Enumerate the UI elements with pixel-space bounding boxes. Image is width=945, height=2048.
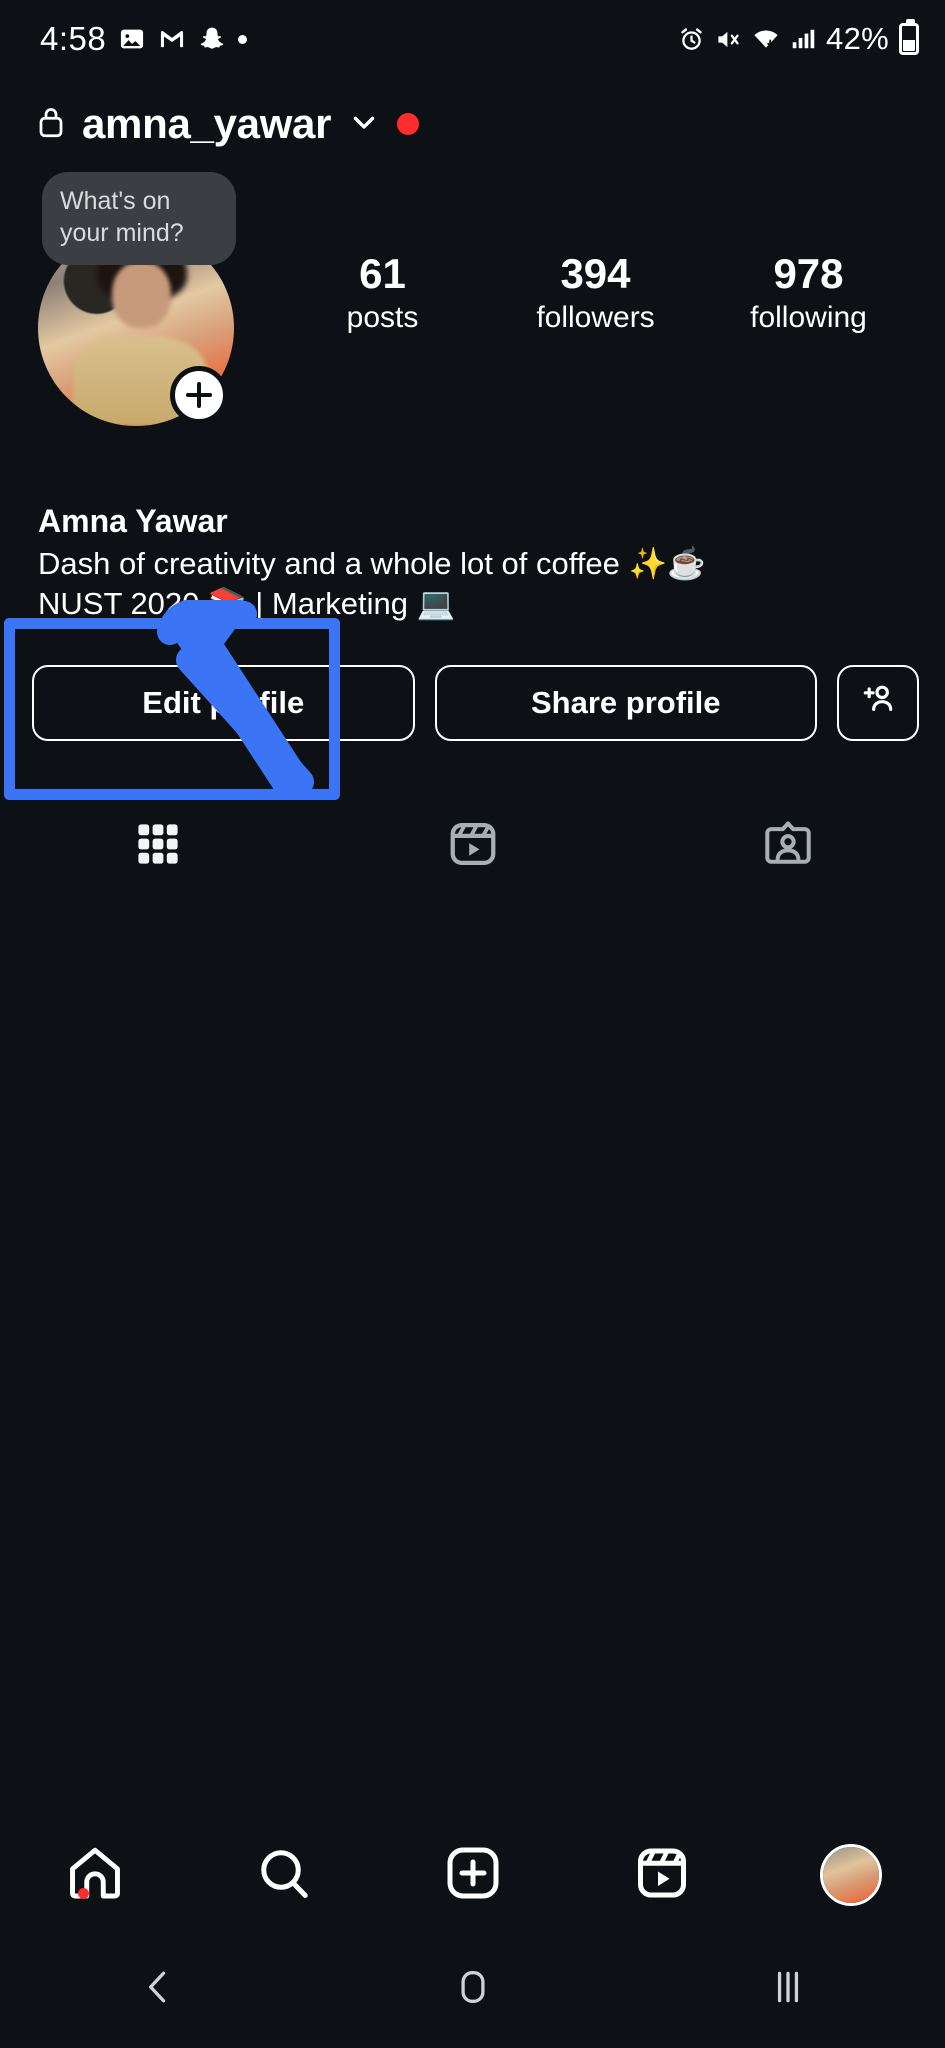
system-recents-button[interactable] [630, 1965, 945, 2014]
system-back-button[interactable] [0, 1965, 315, 2014]
tagged-icon [761, 817, 815, 876]
reels-icon [446, 817, 500, 876]
home-notification-badge [77, 1887, 89, 1899]
tab-grid[interactable] [0, 800, 315, 892]
gmail-icon [158, 25, 186, 53]
home-icon [64, 1842, 126, 1909]
grid-icon [134, 820, 182, 873]
plus-icon [186, 382, 212, 408]
stat-posts-value: 61 [359, 250, 406, 297]
header-username[interactable]: amna_yawar [82, 100, 331, 148]
share-profile-button[interactable]: Share profile [434, 665, 817, 741]
recents-icon [766, 1965, 810, 2014]
stat-following[interactable]: 978 following [702, 250, 915, 335]
add-story-button[interactable] [170, 366, 228, 424]
mute-icon [715, 26, 742, 53]
alarm-icon [678, 26, 705, 53]
profile-bio: Amna Yawar Dash of creativity and a whol… [38, 500, 918, 625]
stat-following-label: following [750, 301, 867, 335]
stat-following-value: 978 [773, 250, 844, 297]
profile-header: amna_yawar [0, 80, 945, 168]
stat-posts[interactable]: 61 posts [276, 250, 489, 335]
status-bar-right: 42% [678, 19, 919, 57]
system-navigation-bar [0, 1930, 945, 2048]
nav-create[interactable] [378, 1843, 567, 1908]
battery-icon [899, 19, 919, 55]
stat-followers-label: followers [536, 301, 655, 335]
bio-line-1: Dash of creativity and a whole lot of co… [38, 545, 706, 581]
bio-display-name: Amna Yawar [38, 503, 228, 539]
reels-icon [632, 1843, 692, 1908]
battery-percent: 42% [826, 21, 889, 56]
home-square-icon [451, 1965, 495, 2014]
status-time: 4:58 [40, 20, 107, 57]
nav-search[interactable] [189, 1843, 378, 1908]
nav-avatar-image [822, 1847, 879, 1903]
stat-posts-label: posts [346, 301, 419, 335]
tooltip-text: What's on your mind? [60, 187, 184, 247]
snapchat-icon [198, 25, 226, 53]
status-bar-left: 4:58 [40, 20, 248, 58]
header-notification-badge[interactable] [397, 113, 420, 135]
create-icon [443, 1843, 503, 1908]
chevron-down-icon[interactable] [347, 105, 381, 144]
signal-icon [790, 26, 816, 52]
nav-reels[interactable] [567, 1843, 756, 1908]
whats-on-your-mind-tooltip[interactable]: What's on your mind? [42, 172, 236, 265]
share-profile-label: Share profile [531, 685, 721, 720]
edit-profile-label: Edit profile [142, 685, 305, 720]
tab-tagged[interactable] [630, 800, 945, 892]
profile-stats: 61 posts 394 followers 978 following [234, 230, 945, 335]
add-person-icon [858, 679, 898, 727]
nav-profile[interactable] [756, 1844, 945, 1906]
wifi-icon [752, 25, 780, 53]
status-bar: 4:58 42% [0, 0, 945, 78]
search-icon [254, 1843, 314, 1908]
stat-followers[interactable]: 394 followers [489, 250, 702, 335]
profile-actions: Edit profile Share profile [0, 648, 945, 758]
lock-icon [36, 104, 66, 145]
status-dot-icon [238, 34, 248, 44]
content-tabs [0, 800, 945, 892]
stat-followers-value: 394 [560, 250, 631, 297]
bio-line-2: NUST 2020 📚 | Marketing 💻 [38, 586, 456, 622]
profile-avatar-icon [819, 1844, 882, 1906]
edit-profile-button[interactable]: Edit profile [32, 665, 415, 741]
system-home-button[interactable] [315, 1965, 630, 2014]
avatar-detail-face [112, 261, 172, 328]
bottom-navigation [0, 1820, 945, 1930]
tab-reels[interactable] [315, 800, 630, 892]
back-icon [136, 1965, 180, 2014]
photos-icon [118, 25, 146, 53]
discover-people-button[interactable] [837, 665, 919, 741]
nav-home[interactable] [0, 1842, 189, 1909]
